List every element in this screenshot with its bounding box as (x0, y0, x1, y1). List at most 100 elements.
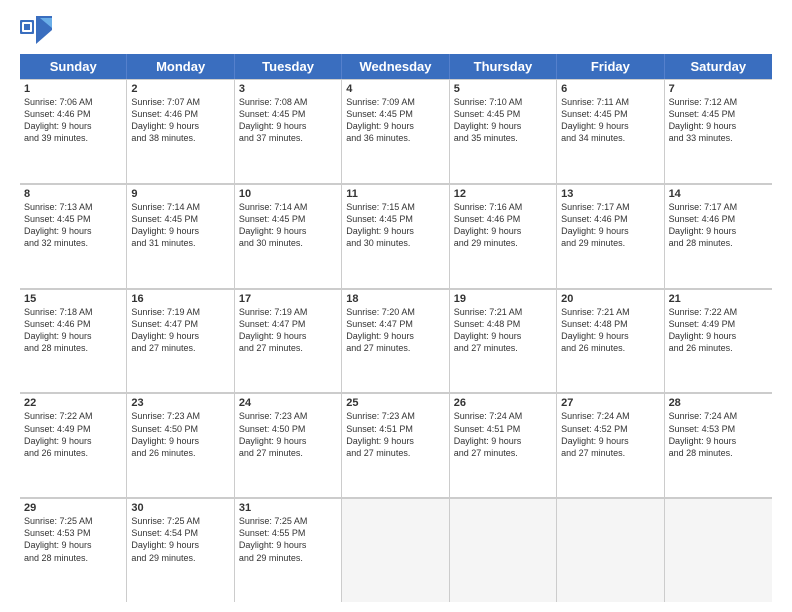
day-info: Sunrise: 7:22 AM Sunset: 4:49 PM Dayligh… (669, 306, 768, 355)
day-info: Sunrise: 7:21 AM Sunset: 4:48 PM Dayligh… (561, 306, 659, 355)
day-info: Sunrise: 7:20 AM Sunset: 4:47 PM Dayligh… (346, 306, 444, 355)
day-cell-25: 25Sunrise: 7:23 AM Sunset: 4:51 PM Dayli… (342, 393, 449, 497)
empty-cell (342, 498, 449, 602)
day-number: 24 (239, 397, 337, 409)
day-number: 13 (561, 188, 659, 200)
header-day-saturday: Saturday (665, 54, 772, 79)
day-cell-31: 31Sunrise: 7:25 AM Sunset: 4:55 PM Dayli… (235, 498, 342, 602)
day-info: Sunrise: 7:15 AM Sunset: 4:45 PM Dayligh… (346, 201, 444, 250)
day-number: 23 (131, 397, 229, 409)
logo-icon (20, 16, 52, 44)
day-cell-13: 13Sunrise: 7:17 AM Sunset: 4:46 PM Dayli… (557, 184, 664, 288)
day-info: Sunrise: 7:17 AM Sunset: 4:46 PM Dayligh… (669, 201, 768, 250)
day-info: Sunrise: 7:22 AM Sunset: 4:49 PM Dayligh… (24, 410, 122, 459)
day-number: 14 (669, 188, 768, 200)
day-cell-6: 6Sunrise: 7:11 AM Sunset: 4:45 PM Daylig… (557, 79, 664, 183)
header-day-sunday: Sunday (20, 54, 127, 79)
day-cell-10: 10Sunrise: 7:14 AM Sunset: 4:45 PM Dayli… (235, 184, 342, 288)
day-info: Sunrise: 7:16 AM Sunset: 4:46 PM Dayligh… (454, 201, 552, 250)
day-cell-8: 8Sunrise: 7:13 AM Sunset: 4:45 PM Daylig… (20, 184, 127, 288)
day-number: 19 (454, 293, 552, 305)
day-cell-14: 14Sunrise: 7:17 AM Sunset: 4:46 PM Dayli… (665, 184, 772, 288)
day-number: 17 (239, 293, 337, 305)
header-day-wednesday: Wednesday (342, 54, 449, 79)
day-info: Sunrise: 7:14 AM Sunset: 4:45 PM Dayligh… (239, 201, 337, 250)
day-info: Sunrise: 7:10 AM Sunset: 4:45 PM Dayligh… (454, 96, 552, 145)
day-number: 7 (669, 83, 768, 95)
day-info: Sunrise: 7:09 AM Sunset: 4:45 PM Dayligh… (346, 96, 444, 145)
day-cell-11: 11Sunrise: 7:15 AM Sunset: 4:45 PM Dayli… (342, 184, 449, 288)
day-number: 12 (454, 188, 552, 200)
day-cell-16: 16Sunrise: 7:19 AM Sunset: 4:47 PM Dayli… (127, 289, 234, 393)
day-cell-17: 17Sunrise: 7:19 AM Sunset: 4:47 PM Dayli… (235, 289, 342, 393)
day-info: Sunrise: 7:24 AM Sunset: 4:51 PM Dayligh… (454, 410, 552, 459)
day-number: 27 (561, 397, 659, 409)
day-info: Sunrise: 7:17 AM Sunset: 4:46 PM Dayligh… (561, 201, 659, 250)
day-number: 25 (346, 397, 444, 409)
day-number: 16 (131, 293, 229, 305)
header-day-tuesday: Tuesday (235, 54, 342, 79)
day-number: 26 (454, 397, 552, 409)
day-cell-5: 5Sunrise: 7:10 AM Sunset: 4:45 PM Daylig… (450, 79, 557, 183)
day-info: Sunrise: 7:21 AM Sunset: 4:48 PM Dayligh… (454, 306, 552, 355)
day-info: Sunrise: 7:19 AM Sunset: 4:47 PM Dayligh… (239, 306, 337, 355)
day-number: 11 (346, 188, 444, 200)
week-row-2: 8Sunrise: 7:13 AM Sunset: 4:45 PM Daylig… (20, 184, 772, 289)
empty-cell (665, 498, 772, 602)
day-cell-15: 15Sunrise: 7:18 AM Sunset: 4:46 PM Dayli… (20, 289, 127, 393)
day-info: Sunrise: 7:14 AM Sunset: 4:45 PM Dayligh… (131, 201, 229, 250)
header-day-friday: Friday (557, 54, 664, 79)
day-number: 10 (239, 188, 337, 200)
day-cell-12: 12Sunrise: 7:16 AM Sunset: 4:46 PM Dayli… (450, 184, 557, 288)
day-info: Sunrise: 7:24 AM Sunset: 4:53 PM Dayligh… (669, 410, 768, 459)
empty-cell (557, 498, 664, 602)
day-info: Sunrise: 7:24 AM Sunset: 4:52 PM Dayligh… (561, 410, 659, 459)
day-info: Sunrise: 7:23 AM Sunset: 4:51 PM Dayligh… (346, 410, 444, 459)
day-info: Sunrise: 7:13 AM Sunset: 4:45 PM Dayligh… (24, 201, 122, 250)
day-number: 20 (561, 293, 659, 305)
day-number: 4 (346, 83, 444, 95)
day-number: 1 (24, 83, 122, 95)
day-number: 22 (24, 397, 122, 409)
day-number: 6 (561, 83, 659, 95)
day-cell-28: 28Sunrise: 7:24 AM Sunset: 4:53 PM Dayli… (665, 393, 772, 497)
day-number: 29 (24, 502, 122, 514)
page: SundayMondayTuesdayWednesdayThursdayFrid… (0, 0, 792, 612)
day-info: Sunrise: 7:07 AM Sunset: 4:46 PM Dayligh… (131, 96, 229, 145)
day-cell-19: 19Sunrise: 7:21 AM Sunset: 4:48 PM Dayli… (450, 289, 557, 393)
week-row-3: 15Sunrise: 7:18 AM Sunset: 4:46 PM Dayli… (20, 289, 772, 394)
day-cell-1: 1Sunrise: 7:06 AM Sunset: 4:46 PM Daylig… (20, 79, 127, 183)
calendar-body: 1Sunrise: 7:06 AM Sunset: 4:46 PM Daylig… (20, 79, 772, 602)
day-number: 30 (131, 502, 229, 514)
day-cell-22: 22Sunrise: 7:22 AM Sunset: 4:49 PM Dayli… (20, 393, 127, 497)
day-number: 5 (454, 83, 552, 95)
day-info: Sunrise: 7:18 AM Sunset: 4:46 PM Dayligh… (24, 306, 122, 355)
day-number: 21 (669, 293, 768, 305)
day-info: Sunrise: 7:23 AM Sunset: 4:50 PM Dayligh… (131, 410, 229, 459)
header (20, 16, 772, 44)
day-cell-18: 18Sunrise: 7:20 AM Sunset: 4:47 PM Dayli… (342, 289, 449, 393)
day-info: Sunrise: 7:25 AM Sunset: 4:54 PM Dayligh… (131, 515, 229, 564)
day-number: 31 (239, 502, 337, 514)
day-info: Sunrise: 7:06 AM Sunset: 4:46 PM Dayligh… (24, 96, 122, 145)
day-number: 3 (239, 83, 337, 95)
day-number: 18 (346, 293, 444, 305)
day-cell-27: 27Sunrise: 7:24 AM Sunset: 4:52 PM Dayli… (557, 393, 664, 497)
calendar: SundayMondayTuesdayWednesdayThursdayFrid… (20, 54, 772, 602)
day-number: 15 (24, 293, 122, 305)
day-cell-20: 20Sunrise: 7:21 AM Sunset: 4:48 PM Dayli… (557, 289, 664, 393)
day-cell-2: 2Sunrise: 7:07 AM Sunset: 4:46 PM Daylig… (127, 79, 234, 183)
day-info: Sunrise: 7:23 AM Sunset: 4:50 PM Dayligh… (239, 410, 337, 459)
header-day-thursday: Thursday (450, 54, 557, 79)
day-info: Sunrise: 7:19 AM Sunset: 4:47 PM Dayligh… (131, 306, 229, 355)
day-cell-23: 23Sunrise: 7:23 AM Sunset: 4:50 PM Dayli… (127, 393, 234, 497)
day-info: Sunrise: 7:08 AM Sunset: 4:45 PM Dayligh… (239, 96, 337, 145)
day-cell-4: 4Sunrise: 7:09 AM Sunset: 4:45 PM Daylig… (342, 79, 449, 183)
logo (20, 16, 54, 44)
day-number: 9 (131, 188, 229, 200)
calendar-header: SundayMondayTuesdayWednesdayThursdayFrid… (20, 54, 772, 79)
day-cell-30: 30Sunrise: 7:25 AM Sunset: 4:54 PM Dayli… (127, 498, 234, 602)
week-row-4: 22Sunrise: 7:22 AM Sunset: 4:49 PM Dayli… (20, 393, 772, 498)
day-info: Sunrise: 7:12 AM Sunset: 4:45 PM Dayligh… (669, 96, 768, 145)
day-number: 28 (669, 397, 768, 409)
